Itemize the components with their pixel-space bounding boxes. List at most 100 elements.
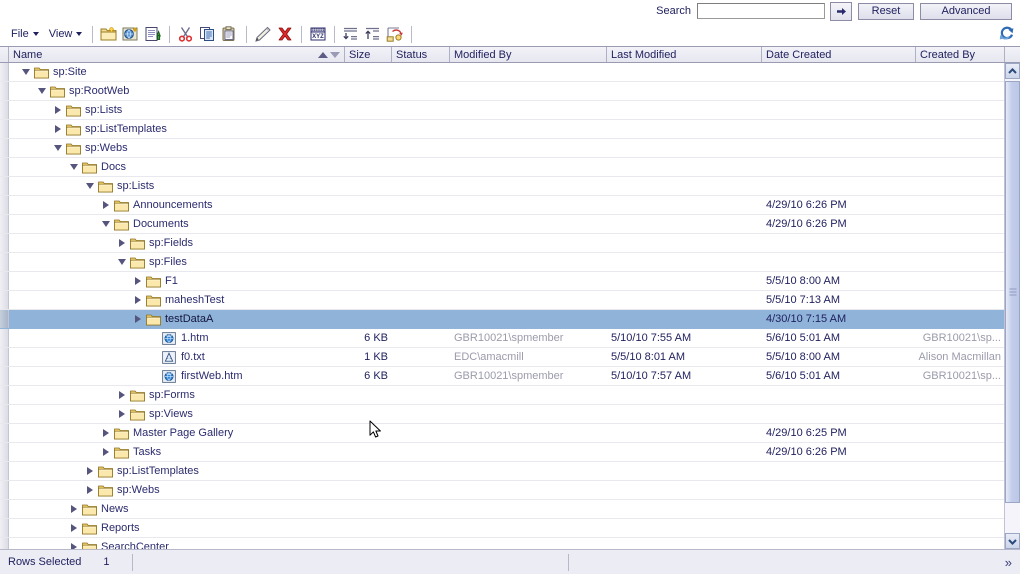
table-row[interactable]: sp:ListTemplates [0,462,1005,481]
row-header-gutter[interactable] [0,443,9,461]
row-header-gutter[interactable] [0,386,9,404]
sort-descending-icon[interactable] [330,51,340,58]
copy-button[interactable] [197,24,219,44]
scrollbar-thumb[interactable] [1005,81,1020,503]
table-row[interactable]: firstWeb.htm 6 KB GBR10021\spmember 5/10/10… [0,367,1005,386]
row-header-gutter[interactable] [0,234,9,252]
row-header-gutter[interactable] [0,310,9,328]
column-header-modifiedBy[interactable]: Modified By [450,47,607,62]
node-label[interactable]: 1.htm [181,332,209,344]
tree-expand-toggle[interactable] [115,236,129,250]
new-document-button[interactable] [142,24,164,44]
table-row[interactable]: sp:ListTemplates [0,120,1005,139]
row-header-gutter[interactable] [0,120,9,138]
tree-expand-toggle[interactable] [131,293,145,307]
row-header-gutter[interactable] [0,82,9,100]
table-row[interactable]: Docs [0,158,1005,177]
node-label[interactable]: sp:Views [149,408,193,420]
tree-expand-toggle[interactable] [83,483,97,497]
node-label[interactable]: sp:Fields [149,237,193,249]
tree-collapse-toggle[interactable] [35,84,49,98]
row-header-gutter[interactable] [0,177,9,195]
tree-expand-toggle[interactable] [67,521,81,535]
row-header-gutter[interactable] [0,329,9,347]
table-row[interactable]: sp:Site [0,63,1005,82]
properties-button[interactable]: XYZ [307,24,329,44]
menu-file[interactable]: File [6,26,44,42]
table-row[interactable]: maheshTest 5/5/10 7:13 AM [0,291,1005,310]
row-header-gutter[interactable] [0,519,9,537]
node-label[interactable]: sp:ListTemplates [85,123,167,135]
column-header-name[interactable]: Name [9,47,345,62]
table-row[interactable]: testDataA 4/30/10 7:15 AM [0,310,1005,329]
new-site-button[interactable] [120,24,142,44]
search-go-button[interactable] [830,1,852,21]
tree-collapse-toggle[interactable] [83,179,97,193]
search-advanced-button[interactable]: Advanced [920,2,1012,20]
tree-expand-toggle[interactable] [99,426,113,440]
table-row[interactable]: sp:Lists [0,177,1005,196]
status-expand-button[interactable]: » [1005,555,1020,570]
node-label[interactable]: testDataA [165,313,213,325]
table-row[interactable]: 1.htm 6 KB GBR10021\spmember 5/10/10 7:55 A… [0,329,1005,348]
tree-collapse-toggle[interactable] [19,65,33,79]
table-row[interactable]: Reports [0,519,1005,538]
table-row[interactable]: sp:RootWeb [0,82,1005,101]
tree-expand-toggle[interactable] [99,445,113,459]
node-label[interactable]: News [101,503,129,515]
node-label[interactable]: Docs [101,161,126,173]
row-header-gutter[interactable] [0,291,9,309]
row-header-gutter[interactable] [0,101,9,119]
scroll-down-button[interactable] [1005,533,1020,549]
tree-expand-toggle[interactable] [83,464,97,478]
table-row[interactable]: sp:Lists [0,101,1005,120]
node-label[interactable]: f0.txt [181,351,205,363]
table-row[interactable]: sp:Fields [0,234,1005,253]
scrollbar-track[interactable] [1005,79,1020,533]
table-row[interactable]: Master Page Gallery 4/29/10 6:25 PM [0,424,1005,443]
tree-expand-toggle[interactable] [131,312,145,326]
sort-ascending-icon[interactable] [318,51,328,58]
tree-expand-toggle[interactable] [51,122,65,136]
sort-indicator[interactable] [318,51,340,58]
table-row[interactable]: SearchCenter [0,538,1005,549]
table-row[interactable]: sp:Webs [0,481,1005,500]
row-header-gutter[interactable] [0,462,9,480]
tree-expand-toggle[interactable] [131,274,145,288]
row-header-gutter[interactable] [0,500,9,518]
row-header-gutter[interactable] [0,272,9,290]
file-tree-grid[interactable]: sp:Site sp:RootWeb sp:Lists sp:ListTempl… [0,63,1020,549]
node-label[interactable]: Tasks [133,446,161,458]
row-header-gutter[interactable] [0,367,9,385]
column-header-createdBy[interactable]: Created By [916,47,1005,62]
row-header-gutter[interactable] [0,139,9,157]
row-header-gutter[interactable] [0,424,9,442]
tree-expand-toggle[interactable] [67,502,81,516]
table-row[interactable]: F1 5/5/10 8:00 AM [0,272,1005,291]
row-header-gutter[interactable] [0,405,9,423]
row-header-gutter[interactable] [0,196,9,214]
node-label[interactable]: sp:Webs [85,142,128,154]
refresh-view-button[interactable] [996,24,1016,42]
row-header-gutter[interactable] [0,348,9,366]
node-label[interactable]: sp:Lists [85,104,122,116]
expand-all-button[interactable] [362,24,384,44]
node-label[interactable]: sp:ListTemplates [117,465,199,477]
node-label[interactable]: Announcements [133,199,213,211]
node-label[interactable]: firstWeb.htm [181,370,243,382]
tree-collapse-toggle[interactable] [99,217,113,231]
search-input[interactable] [697,3,825,19]
table-row[interactable]: Tasks 4/29/10 6:26 PM [0,443,1005,462]
row-header-gutter[interactable] [0,63,9,81]
vertical-scrollbar[interactable] [1004,63,1020,549]
column-header-status[interactable]: Status [392,47,450,62]
search-reset-button[interactable]: Reset [858,2,914,20]
node-label[interactable]: maheshTest [165,294,224,306]
cut-button[interactable] [175,24,197,44]
table-row[interactable]: f0.txt 1 KB EDC\amacmill 5/5/10 8:01 AM 5/5/… [0,348,1005,367]
node-label[interactable]: sp:Site [53,66,87,78]
collapse-all-button[interactable] [340,24,362,44]
menu-view[interactable]: View [44,26,88,42]
table-row[interactable]: sp:Views [0,405,1005,424]
scroll-up-button[interactable] [1005,63,1020,79]
